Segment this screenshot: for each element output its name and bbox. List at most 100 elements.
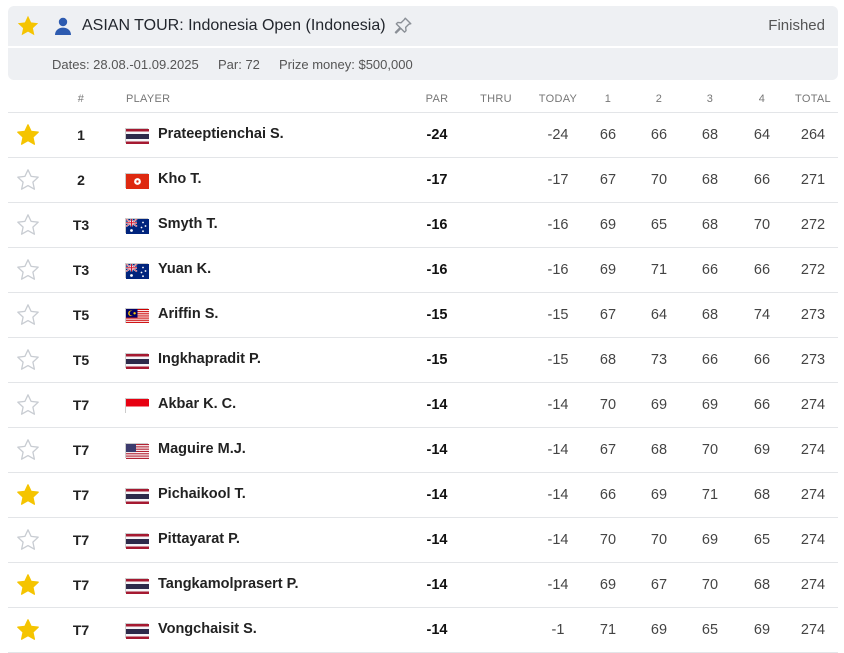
round1-cell: 66 [599,127,617,143]
total-cell: 273 [800,352,826,368]
player-name-link[interactable]: Prateeptienchai S. [158,126,284,142]
table-row[interactable]: T7 Pittayarat P. -14 -14 70 70 69 65 274 [8,518,838,563]
usa-flag-icon [125,443,149,459]
round3-cell: 69 [701,397,719,413]
leaderboard-table: # PLAYER PAR THRU TODAY 1 2 3 4 TOTAL 1 P… [8,86,838,653]
round2-cell: 70 [650,172,668,188]
par-cell: -14 [426,397,448,413]
position-cell: T7 [72,487,90,503]
table-row[interactable]: T3 Yuan K. -16 -16 69 71 66 66 272 [8,248,838,293]
player-name-link[interactable]: Yuan K. [158,261,211,277]
favorite-star-outline-icon[interactable] [16,303,40,327]
total-cell: 274 [800,577,826,593]
round3-cell: 66 [701,262,719,278]
par-cell: -16 [426,217,448,233]
hong-kong-flag-icon [125,173,149,189]
par-cell: -16 [426,262,448,278]
position-cell: 1 [77,127,85,143]
round2-cell: 65 [650,217,668,233]
round4-cell: 68 [753,577,771,593]
favorite-star-outline-icon[interactable] [16,213,40,237]
round4-cell: 74 [753,307,771,323]
round1-cell: 69 [599,577,617,593]
table-row[interactable]: T3 Smyth T. -16 -16 69 65 68 70 272 [8,203,838,248]
favorite-star-outline-icon[interactable] [16,258,40,282]
favorite-star-outline-icon[interactable] [16,438,40,462]
position-cell: 2 [77,172,85,188]
position-cell: T3 [72,262,90,278]
total-cell: 274 [800,622,826,638]
today-cell: -1 [551,622,565,638]
round3-cell: 71 [701,487,719,503]
round1-cell: 71 [599,622,617,638]
favorite-star-outline-icon[interactable] [16,393,40,417]
round2-cell: 70 [650,532,668,548]
today-cell: -16 [547,262,569,278]
total-cell: 264 [800,127,826,143]
par-cell: -14 [426,532,448,548]
table-row[interactable]: T5 Ingkhapradit P. -15 -15 68 73 66 66 273 [8,338,838,383]
position-cell: T7 [72,577,90,593]
favorite-star-icon[interactable] [16,123,40,147]
player-name-link[interactable]: Vongchaisit S. [158,621,257,637]
pin-icon[interactable] [392,15,414,37]
table-row[interactable]: T7 Akbar K. C. -14 -14 70 69 69 66 274 [8,383,838,428]
player-name-link[interactable]: Ariffin S. [158,306,218,322]
favorite-star-icon[interactable] [16,573,40,597]
player-name-link[interactable]: Smyth T. [158,216,218,232]
table-header: # PLAYER PAR THRU TODAY 1 2 3 4 TOTAL [8,86,838,113]
col-r1: 1 [604,93,612,105]
tournament-header: ASIAN TOUR: Indonesia Open (Indonesia) F… [8,6,838,46]
table-row[interactable]: T7 Vongchaisit S. -14 -1 71 69 65 69 274 [8,608,838,653]
today-cell: -16 [547,217,569,233]
table-row[interactable]: 2 Kho T. -17 -17 67 70 68 66 271 [8,158,838,203]
position-cell: T7 [72,532,90,548]
favorite-star-outline-icon[interactable] [16,348,40,372]
table-row[interactable]: T5 Ariffin S. -15 -15 67 64 68 74 273 [8,293,838,338]
player-name-link[interactable]: Tangkamolprasert P. [158,576,299,592]
round2-cell: 69 [650,622,668,638]
tournament-title[interactable]: ASIAN TOUR: Indonesia Open (Indonesia) [82,17,386,35]
player-name-link[interactable]: Maguire M.J. [158,441,246,457]
prize-info: Prize money: $500,000 [279,57,413,72]
table-row[interactable]: T7 Maguire M.J. -14 -14 67 68 70 69 274 [8,428,838,473]
thailand-flag-icon [125,623,149,639]
round2-cell: 67 [650,577,668,593]
thailand-flag-icon [125,533,149,549]
table-row[interactable]: T7 Pichaikool T. -14 -14 66 69 71 68 274 [8,473,838,518]
col-thru: THRU [480,93,512,105]
round3-cell: 66 [701,352,719,368]
col-pos: # [77,93,85,105]
today-cell: -14 [547,442,569,458]
today-cell: -24 [547,127,569,143]
favorite-star-icon[interactable] [16,483,40,507]
table-body: 1 Prateeptienchai S. -24 -24 66 66 68 64 264 2 Kho… [8,113,838,653]
total-cell: 274 [800,532,826,548]
favorite-star-icon[interactable] [16,14,40,38]
round1-cell: 69 [599,262,617,278]
player-name-link[interactable]: Pittayarat P. [158,531,240,547]
player-name-link[interactable]: Akbar K. C. [158,396,236,412]
round4-cell: 66 [753,397,771,413]
round1-cell: 67 [599,307,617,323]
table-row[interactable]: T7 Tangkamolprasert P. -14 -14 69 67 70 68 274 [8,563,838,608]
player-name-link[interactable]: Ingkhapradit P. [158,351,261,367]
total-cell: 274 [800,487,826,503]
round1-cell: 69 [599,217,617,233]
table-row[interactable]: 1 Prateeptienchai S. -24 -24 66 66 68 64 264 [8,113,838,158]
favorite-star-outline-icon[interactable] [16,168,40,192]
dates-info: Dates: 28.08.-01.09.2025 [52,57,199,72]
round3-cell: 68 [701,172,719,188]
favorite-star-icon[interactable] [16,618,40,642]
round4-cell: 68 [753,487,771,503]
round2-cell: 71 [650,262,668,278]
today-cell: -14 [547,577,569,593]
favorite-star-outline-icon[interactable] [16,528,40,552]
today-cell: -15 [547,307,569,323]
round3-cell: 69 [701,532,719,548]
round4-cell: 65 [753,532,771,548]
player-name-link[interactable]: Kho T. [158,171,202,187]
round2-cell: 69 [650,397,668,413]
col-r3: 3 [706,93,714,105]
player-name-link[interactable]: Pichaikool T. [158,486,246,502]
